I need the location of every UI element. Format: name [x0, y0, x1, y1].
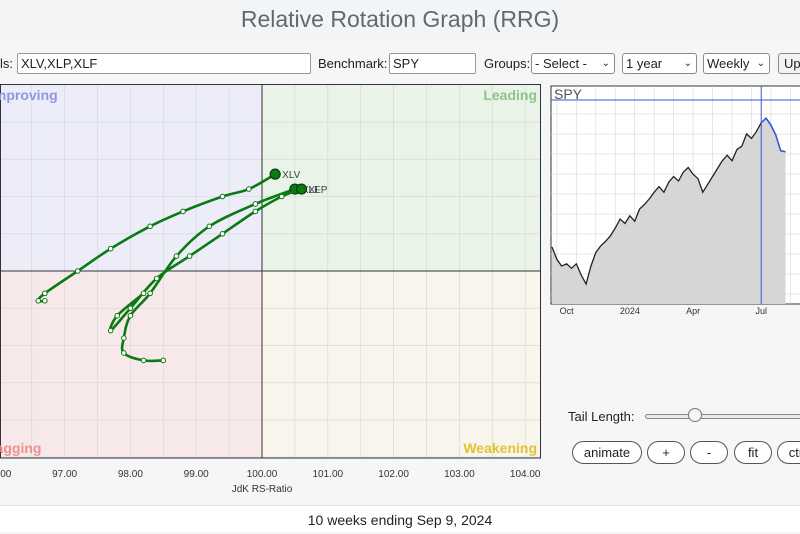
- tail-point-xlp: [140, 290, 147, 297]
- tail-point-xlv: [35, 298, 42, 304]
- tail-label-xlp: XLP: [308, 185, 327, 196]
- fit-button[interactable]: fit: [734, 441, 772, 464]
- spy-x-tick-label: Apr: [686, 306, 700, 316]
- tail-point-xlf: [206, 223, 213, 230]
- groups-select-value: - Select -: [535, 56, 588, 71]
- rrg-x-tick-label: 103.00: [444, 469, 475, 480]
- spy-x-ticks: Oct 2024 Apr Jul: [560, 306, 767, 316]
- quadrant-label-leading: Leading: [483, 87, 537, 103]
- tail-point-xlv: [74, 268, 81, 274]
- period-select-value: 1 year: [626, 56, 663, 71]
- tail-point-xlv: [42, 298, 48, 304]
- tail-point-xlf: [160, 357, 167, 364]
- tail-point-xlv: [107, 245, 114, 252]
- tail-point-xlf: [140, 357, 147, 364]
- spy-x-tick-label: Jul: [755, 306, 767, 316]
- quadrant-weakening: [262, 271, 540, 458]
- update-button[interactable]: Up: [778, 53, 800, 74]
- tail-head-xlp[interactable]: [295, 183, 308, 195]
- spy-title: SPY: [554, 86, 583, 102]
- quadrant-leading: [262, 85, 540, 271]
- tail-point-xlp: [153, 275, 160, 282]
- rrg-x-tick-label: 99.00: [184, 469, 209, 480]
- tail-point-xlp: [114, 312, 121, 319]
- rrg-x-tick-label: 96.00: [0, 469, 12, 480]
- tail-point-xlp: [278, 193, 285, 200]
- chevron-down-icon: ⌄: [601, 58, 610, 69]
- tail-point-xlf: [121, 335, 127, 341]
- tail-point-xlv: [42, 290, 48, 297]
- benchmark-input[interactable]: SPY: [389, 53, 476, 74]
- tail-point-xlv: [219, 193, 226, 200]
- zoom-in-button[interactable]: +: [647, 441, 685, 464]
- frequency-select[interactable]: Weekly ⌄: [703, 53, 770, 74]
- period-select[interactable]: 1 year ⌄: [622, 53, 697, 74]
- rrg-x-tick-label: 104.00: [510, 469, 541, 480]
- spy-chart: SPY Oct 2024 Apr Jul: [550, 85, 800, 316]
- benchmark-label: Benchmark:: [318, 56, 388, 71]
- tail-length-label: Tail Length:: [568, 409, 635, 424]
- symbols-input[interactable]: XLV,XLP,XLF: [17, 53, 311, 74]
- tail-point-xlf: [173, 253, 180, 259]
- quadrant-label-lagging: Lagging: [0, 440, 41, 456]
- tail-point-xlf: [252, 201, 259, 207]
- rrg-x-tick-label: 100.00: [247, 469, 278, 480]
- rrg-x-axis-label: JdK RS-Ratio: [232, 484, 293, 495]
- frequency-select-value: Weekly: [707, 56, 750, 71]
- tail-point-xlf: [127, 312, 134, 319]
- symbols-label: ls:: [0, 56, 13, 71]
- tail-point-xlf: [147, 290, 153, 297]
- groups-label: Groups:: [484, 56, 531, 71]
- rrg-x-tick-label: 102.00: [378, 469, 409, 480]
- rrg-x-ticks: 96.00 97.00 98.00 99.00 100.00 101.00 102.00 10…: [0, 469, 541, 480]
- rrg-x-tick-label: 98.00: [118, 469, 143, 480]
- animate-button[interactable]: animate: [572, 441, 642, 464]
- center-button[interactable]: ctr: [777, 441, 800, 464]
- tail-point-xlp: [186, 253, 193, 259]
- tail-head-xlv[interactable]: [269, 168, 281, 180]
- tail-point-xlf: [121, 350, 127, 356]
- tail-length-slider[interactable]: [645, 414, 800, 419]
- tail-point-xlv: [180, 208, 186, 215]
- rrg-x-tick-label: 101.00: [313, 469, 344, 480]
- toolbar: ls: XLV,XLP,XLF Benchmark: SPY Groups: -…: [0, 50, 800, 77]
- spy-x-tick-label: 2024: [620, 306, 640, 316]
- chevron-down-icon: ⌄: [683, 58, 692, 69]
- tail-point-xlp: [127, 305, 134, 312]
- zoom-out-button[interactable]: -: [690, 441, 728, 464]
- tail-point-xlv: [246, 186, 252, 192]
- chevron-down-icon: ⌄: [756, 58, 765, 69]
- footer-status: 10 weeks ending Sep 9, 2024: [0, 505, 800, 532]
- quadrant-label-improving: Improving: [0, 87, 58, 103]
- app-title: Relative Rotation Graph (RRG): [0, 0, 800, 40]
- spy-x-tick-label: Oct: [560, 306, 575, 316]
- quadrant-improving: [0, 85, 262, 271]
- tail-label-xlv: XLV: [282, 170, 300, 181]
- quadrant-label-weakening: Weakening: [463, 440, 537, 456]
- tail-point-xlp: [219, 230, 226, 237]
- rrg-chart[interactable]: Improving Leading Lagging Weakening 96.0…: [0, 84, 545, 496]
- tail-point-xlp: [252, 208, 259, 215]
- tail-length-slider-handle[interactable]: [687, 408, 702, 422]
- groups-select[interactable]: - Select - ⌄: [531, 53, 615, 74]
- tail-point-xlv: [147, 223, 153, 230]
- rrg-x-tick-label: 97.00: [52, 469, 77, 480]
- tail-point-xlp: [107, 327, 114, 334]
